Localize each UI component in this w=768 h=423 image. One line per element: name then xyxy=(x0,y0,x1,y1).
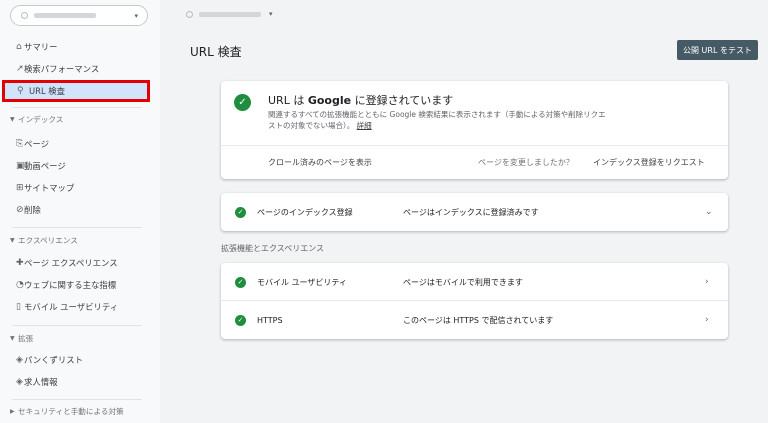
sitemap-icon: ⊞ xyxy=(16,182,24,193)
caret-right-icon: ▶ xyxy=(10,408,15,415)
property-url-blurred xyxy=(34,13,96,18)
row-value: このページは HTTPS で配信されています xyxy=(403,315,554,325)
sidebar-item-label: ページ xyxy=(24,138,49,149)
sidebar-item-label: ページ エクスペリエンス xyxy=(24,257,118,268)
sidebar-item-label: 動画ページ xyxy=(24,160,66,171)
inspected-url-selector[interactable]: ▾ xyxy=(186,10,273,18)
caret-down-icon: ▼ xyxy=(10,116,15,123)
sidebar-item-summary[interactable]: ⌂ サマリー xyxy=(0,36,150,57)
section-index[interactable]: ▼ インデックス xyxy=(0,114,150,125)
section-label: セキュリティと手動による対策 xyxy=(18,407,124,416)
page-title: URL 検査 xyxy=(190,45,242,59)
property-selector[interactable]: ▾ xyxy=(10,5,148,26)
row-label: ページのインデックス登録 xyxy=(257,207,353,217)
sidebar-item-sitemaps[interactable]: ⊞ サイトマップ xyxy=(0,177,150,198)
section-label: エクスペリエンス xyxy=(18,236,78,245)
https-row[interactable]: ✓ HTTPS このページは HTTPS で配信されています › xyxy=(221,301,728,339)
remove-icon: ⊘ xyxy=(16,204,24,215)
headline-suffix: に登録されています xyxy=(351,94,454,107)
index-status-card: ✓ URL は Google に登録されています 関連するすべての拡張機能ととも… xyxy=(221,81,728,179)
sidebar-item-label: サマリー xyxy=(24,41,58,52)
view-crawled-page-link[interactable]: クロール済みのページを表示 xyxy=(268,157,372,168)
test-live-url-button[interactable]: 公開 URL をテスト xyxy=(677,40,758,60)
search-icon: ⚲ xyxy=(17,86,24,96)
row-value: ページはインデックスに登録済みです xyxy=(403,207,539,217)
sidebar-item-performance[interactable]: ↗ 検索パフォーマンス xyxy=(0,58,150,79)
chevron-down-icon[interactable]: ⌄ xyxy=(705,207,713,217)
inspected-url-blurred xyxy=(199,11,261,17)
page-indexing-row[interactable]: ✓ ページのインデックス登録 ページはインデックスに登録済みです ⌄ xyxy=(221,193,728,231)
enhancements-card: ✓ モバイル ユーザビリティ ページはモバイルで利用できます › ✓ HTTPS… xyxy=(221,263,728,339)
sidebar-divider xyxy=(12,325,142,326)
page-indexing-card[interactable]: ✓ ページのインデックス登録 ページはインデックスに登録済みです ⌄ xyxy=(221,193,728,231)
caret-down-icon: ▼ xyxy=(10,335,15,342)
page-experience-icon: ✚ xyxy=(16,257,24,268)
dropdown-arrow-icon: ▾ xyxy=(269,10,273,18)
section-security[interactable]: ▶ セキュリティと手動による対策 xyxy=(0,406,150,417)
headline-brand: Google xyxy=(307,94,352,107)
chevron-right-icon[interactable]: › xyxy=(705,315,709,325)
check-circle-icon: ✓ xyxy=(235,276,246,288)
status-headline: URL は Google に登録されています xyxy=(268,92,453,108)
card-divider xyxy=(221,145,728,146)
sidebar-item-label: サイトマップ xyxy=(24,182,75,193)
job-icon: ◈ xyxy=(16,376,23,387)
video-page-icon: ▣ xyxy=(16,160,25,171)
page-icon: ⎘ xyxy=(16,138,24,149)
section-enhancements[interactable]: ▼ 拡張 xyxy=(0,333,150,344)
row-value: ページはモバイルで利用できます xyxy=(403,277,523,287)
globe-icon xyxy=(186,10,193,18)
check-circle-icon: ✓ xyxy=(234,94,251,111)
mobile-icon: ▯ xyxy=(16,301,21,312)
sidebar-item-page-experience[interactable]: ✚ ページ エクスペリエンス xyxy=(0,252,150,273)
sidebar-item-label: ウェブに関する主な指標 xyxy=(24,279,117,290)
dropdown-arrow-icon: ▾ xyxy=(134,12,138,20)
sidebar-item-label: パンくずリスト xyxy=(24,354,84,365)
section-label: 拡張 xyxy=(18,334,34,343)
sidebar-item-pages[interactable]: ⎘ ページ xyxy=(0,133,150,154)
sidebar-divider xyxy=(12,399,142,400)
learn-more-link[interactable]: 詳細 xyxy=(357,121,372,130)
check-circle-icon: ✓ xyxy=(235,206,246,218)
breadcrumb-icon: ◈ xyxy=(16,354,23,365)
trend-icon: ↗ xyxy=(16,63,24,74)
sidebar-item-label: モバイル ユーザビリティ xyxy=(24,301,119,312)
home-icon: ⌂ xyxy=(16,41,22,52)
web-vitals-icon: ◔ xyxy=(16,279,24,290)
sidebar-item-video-pages[interactable]: ▣ 動画ページ xyxy=(0,155,150,176)
section-label: インデックス xyxy=(18,115,64,124)
sidebar-item-label: URL 検査 xyxy=(29,86,66,96)
row-label: モバイル ユーザビリティ xyxy=(257,277,347,287)
sidebar-item-core-web-vitals[interactable]: ◔ ウェブに関する主な指標 xyxy=(0,274,150,295)
description-text: 関連するすべての拡張機能とともに Google 検索結果に表示されます（手動によ… xyxy=(268,110,606,130)
globe-icon xyxy=(21,12,28,19)
sidebar-item-label: 求人情報 xyxy=(24,376,58,387)
changed-page-question: ページを変更しましたか？ xyxy=(478,158,574,167)
request-indexing-link[interactable]: インデックス登録をリクエスト xyxy=(593,157,705,168)
caret-down-icon: ▼ xyxy=(10,237,15,244)
mobile-usability-row[interactable]: ✓ モバイル ユーザビリティ ページはモバイルで利用できます › xyxy=(221,263,728,301)
chevron-right-icon[interactable]: › xyxy=(705,277,709,287)
sidebar-item-job-postings[interactable]: ◈ 求人情報 xyxy=(0,371,150,392)
check-circle-icon: ✓ xyxy=(235,314,246,326)
sidebar-divider xyxy=(12,107,142,108)
section-experience[interactable]: ▼ エクスペリエンス xyxy=(0,235,150,246)
sidebar-item-label: 検索パフォーマンス xyxy=(24,63,100,74)
sidebar-item-label: 削除 xyxy=(24,204,41,215)
status-description: 関連するすべての拡張機能とともに Google 検索結果に表示されます（手動によ… xyxy=(268,109,608,131)
sidebar-item-url-inspection[interactable]: ⚲ URL 検査 xyxy=(2,80,150,102)
headline-prefix: URL は xyxy=(268,94,308,107)
sidebar: ▾ ⌂ サマリー ↗ 検索パフォーマンス ⚲ URL 検査 ▼ インデックス ⎘… xyxy=(0,0,160,423)
enhancements-heading: 拡張機能とエクスペリエンス xyxy=(221,244,325,253)
sidebar-divider xyxy=(12,227,142,228)
row-label: HTTPS xyxy=(257,315,283,325)
sidebar-item-removals[interactable]: ⊘ 削除 xyxy=(0,199,150,220)
sidebar-item-breadcrumbs[interactable]: ◈ パンくずリスト xyxy=(0,349,150,370)
sidebar-item-mobile-usability[interactable]: ▯ モバイル ユーザビリティ xyxy=(0,296,150,317)
